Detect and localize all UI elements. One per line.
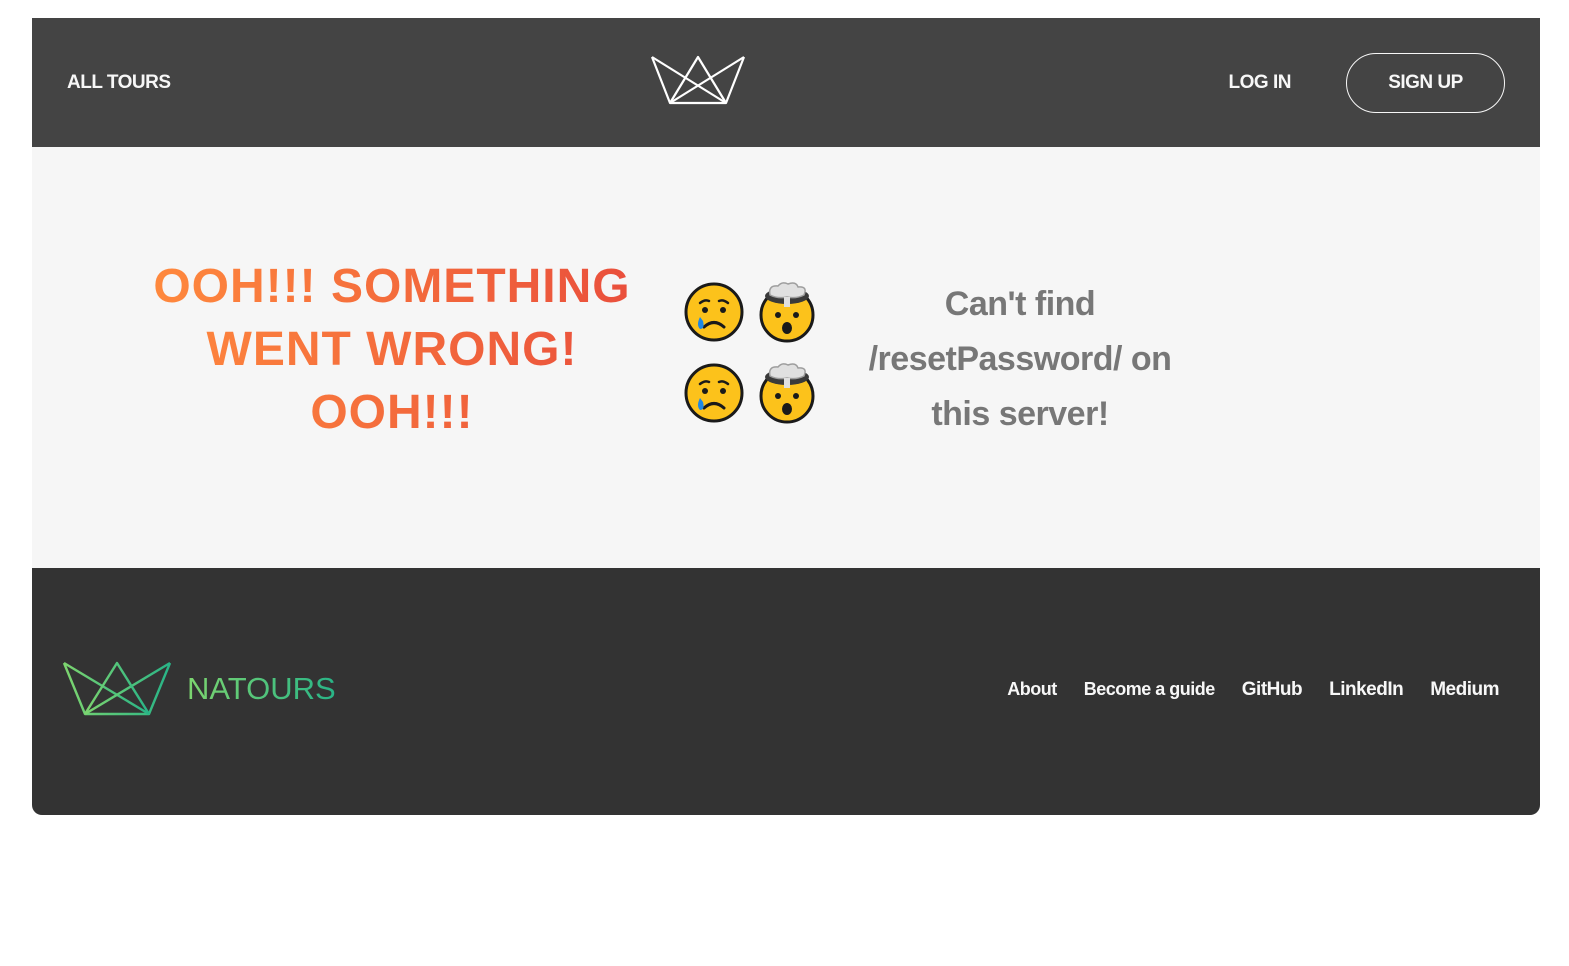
error-message: Can't find /resetPassword/ on this serve… (868, 285, 1172, 433)
sad-crying-face-icon (684, 363, 744, 423)
footer-nav: About Become a guide GitHub LinkedIn Med… (980, 679, 1499, 701)
footer-link-linkedin[interactable]: LinkedIn (1329, 679, 1404, 701)
site-footer: NATOURS About Become a guide GitHub Link… (32, 568, 1540, 815)
header-auth: LOG IN SIGN UP (1229, 52, 1505, 113)
error-section: OOH!!! SOMETHING WENT WRONG! OOH!!! Can'… (32, 147, 1540, 568)
footer-link-github[interactable]: GitHub (1242, 679, 1303, 701)
footer-logo[interactable]: NATOURS (62, 660, 336, 718)
exploding-head-icon (759, 363, 815, 424)
footer-link-become-guide[interactable]: Become a guide (1084, 679, 1216, 701)
emoji-grid (683, 281, 829, 429)
footer-brand: NATOURS (187, 671, 336, 706)
exploding-head-icon (759, 282, 815, 343)
error-title: OOH!!! SOMETHING WENT WRONG! OOH!!! (142, 255, 642, 444)
sad-crying-face-icon (684, 282, 744, 342)
crown-logo-icon[interactable] (650, 54, 746, 106)
footer-link-medium[interactable]: Medium (1430, 679, 1499, 701)
site-header: ALL TOURS LOG IN SIGN UP (32, 18, 1540, 147)
login-link[interactable]: LOG IN (1229, 72, 1292, 94)
crown-logo-icon (62, 661, 172, 716)
all-tours-link[interactable]: ALL TOURS (67, 72, 171, 94)
signup-button[interactable]: SIGN UP (1346, 52, 1505, 113)
footer-link-about[interactable]: About (1007, 679, 1057, 701)
